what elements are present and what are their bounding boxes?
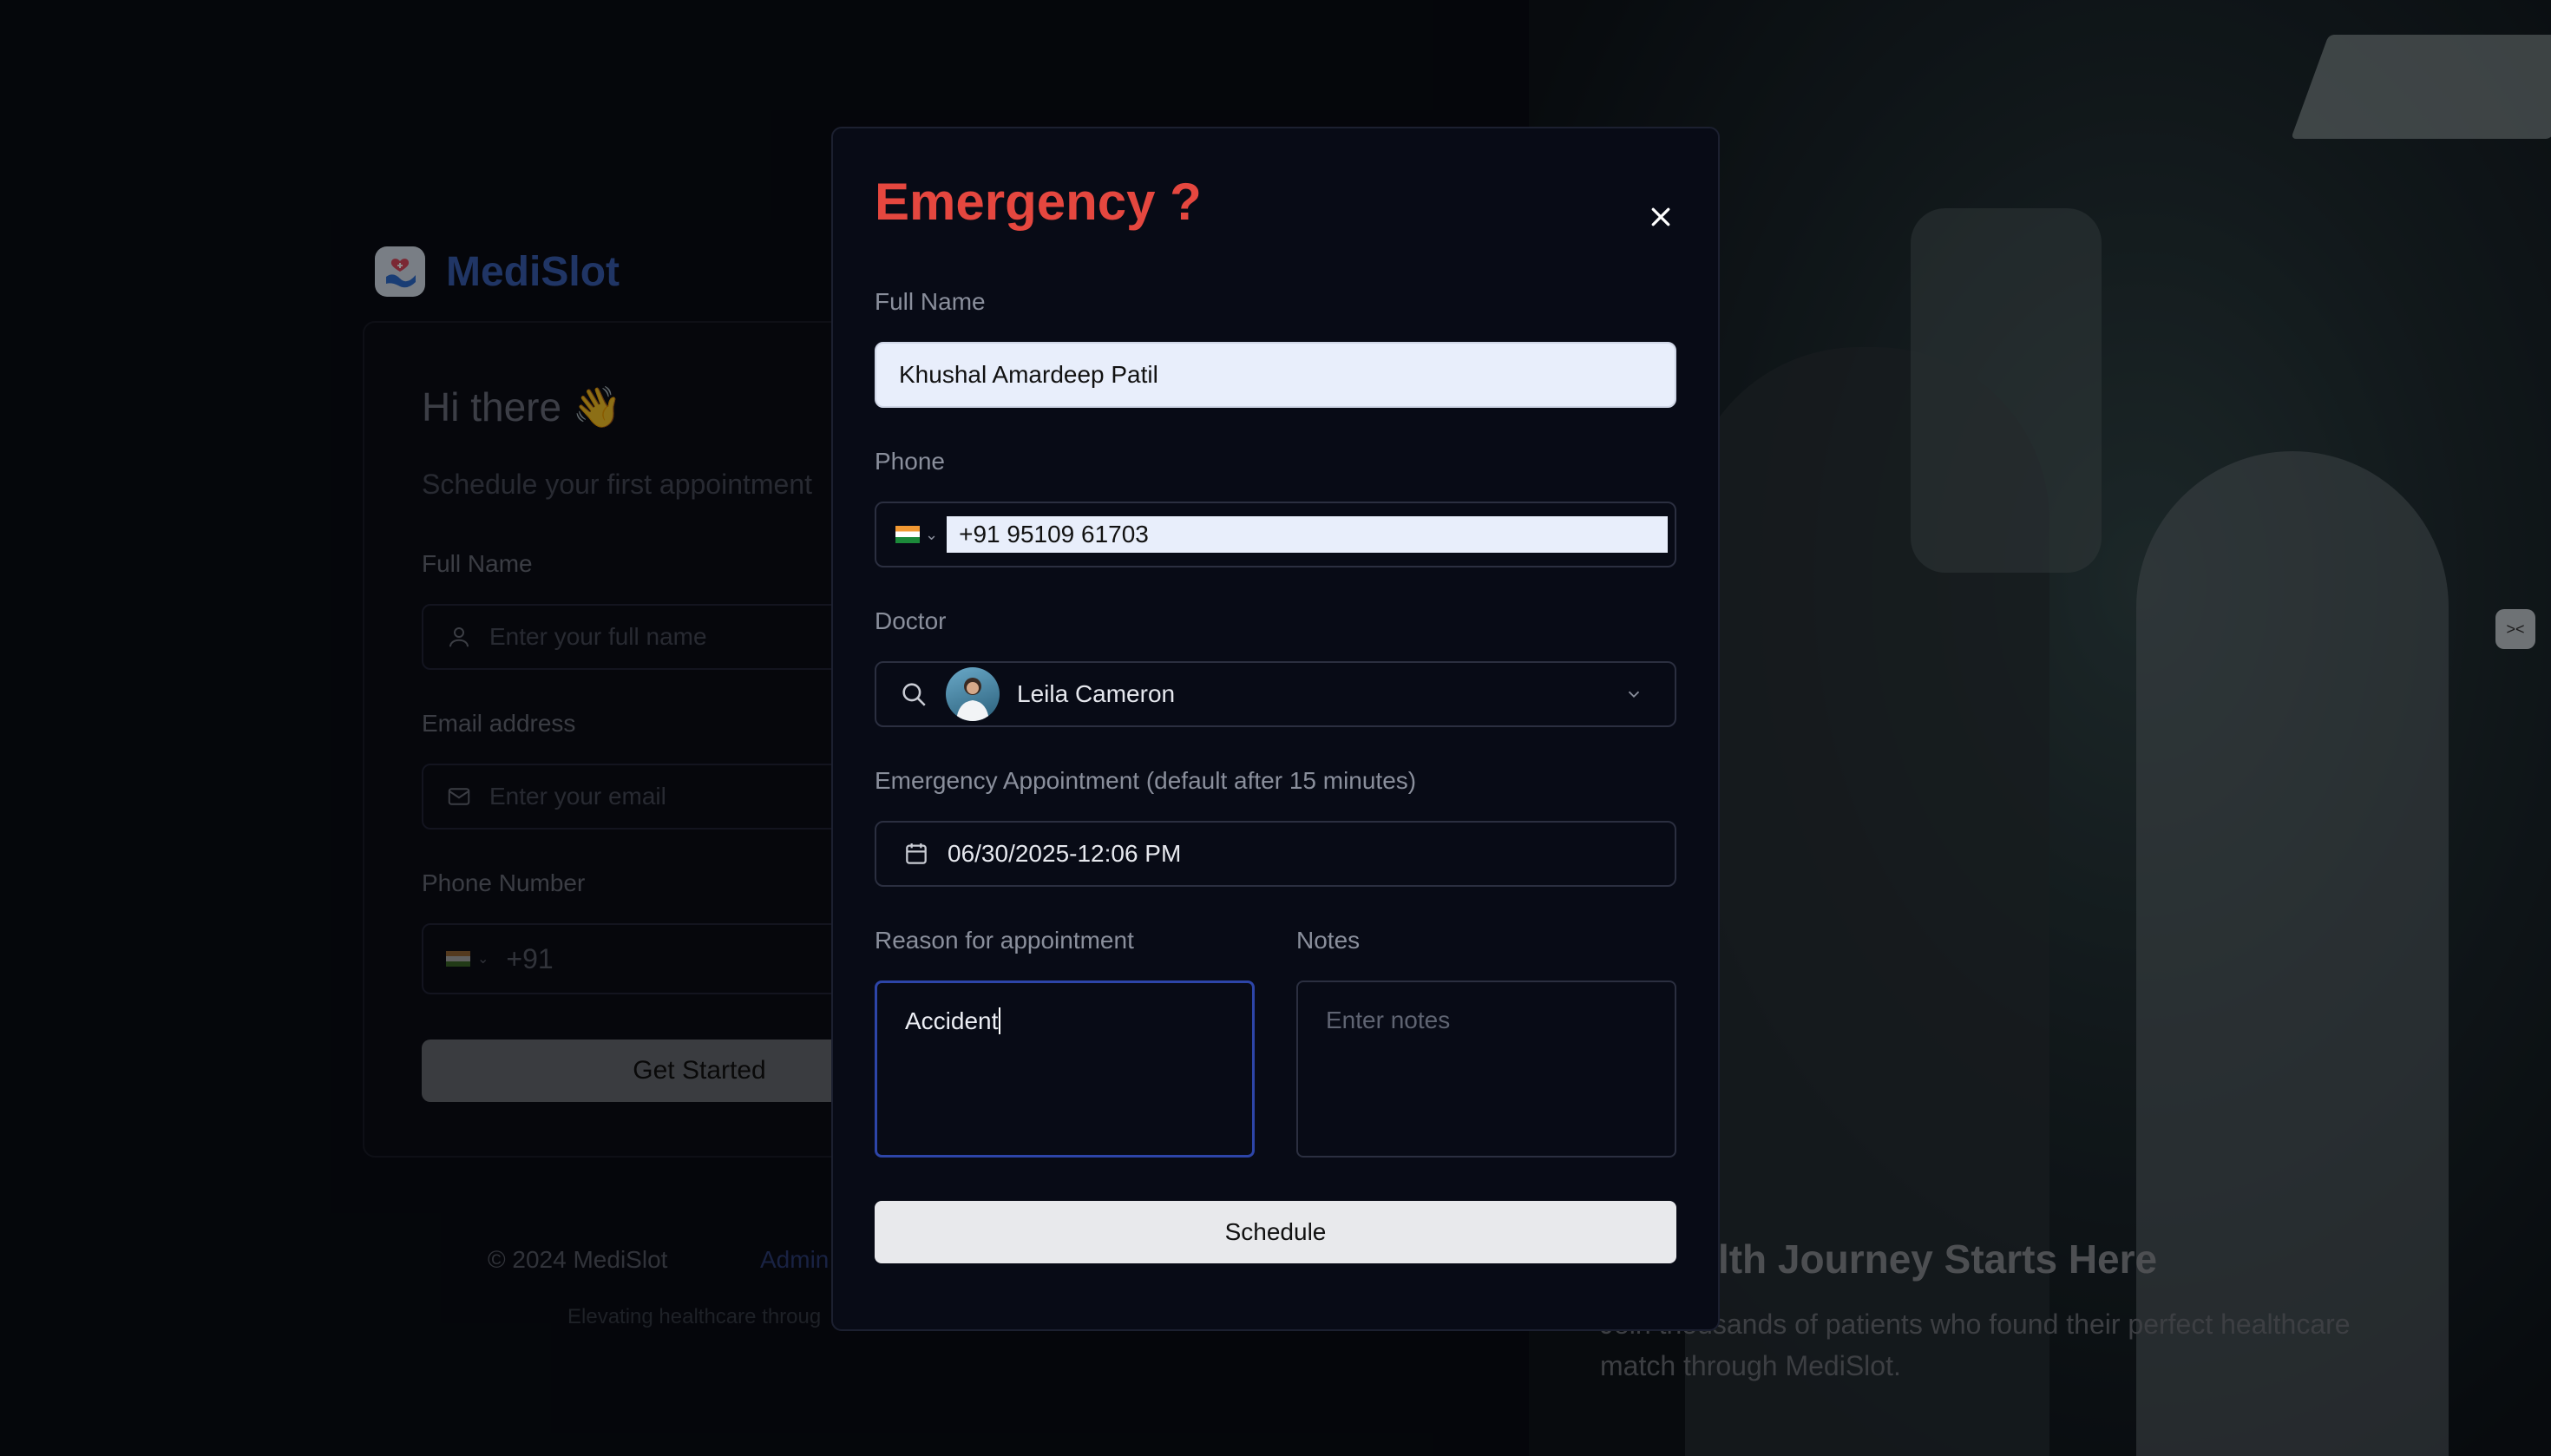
- country-selector[interactable]: ⌄: [895, 526, 938, 544]
- emergency-appointment-label: Emergency Appointment (default after 15 …: [875, 767, 1417, 794]
- close-icon: [1651, 207, 1670, 226]
- phone-input[interactable]: +91 95109 61703: [947, 516, 1668, 553]
- reason-label: Reason for appointment: [875, 927, 1134, 954]
- close-button[interactable]: [1640, 196, 1682, 238]
- calendar-icon: [906, 843, 927, 864]
- chevron-down-icon: ⌄: [925, 525, 939, 543]
- full-name-label: Full Name: [875, 288, 986, 315]
- india-flag-icon: [895, 526, 920, 543]
- doctor-name: Leila Cameron: [1017, 680, 1176, 707]
- text-cursor: [999, 1007, 1001, 1034]
- doctor-select[interactable]: Leila Cameron: [875, 661, 1676, 727]
- reason-textarea[interactable]: Accident: [875, 981, 1255, 1158]
- schedule-button[interactable]: Schedule: [875, 1201, 1676, 1263]
- notes-textarea[interactable]: Enter notes: [1296, 981, 1676, 1158]
- emergency-modal: Emergency ? Full Name Khushal Amardeep P…: [831, 127, 1720, 1331]
- chevron-down-icon: [1628, 691, 1640, 698]
- reason-value: Accident: [905, 1007, 999, 1034]
- doctor-label: Doctor: [875, 607, 947, 634]
- modal-title: Emergency ?: [875, 173, 1202, 231]
- search-icon: [902, 683, 926, 706]
- appointment-datetime-value: 06/30/2025-12:06 PM: [948, 840, 1182, 867]
- appointment-datetime-input[interactable]: 06/30/2025-12:06 PM: [875, 821, 1676, 887]
- doctor-avatar: [946, 667, 1000, 721]
- notes-label: Notes: [1296, 927, 1361, 954]
- phone-label: Phone: [875, 448, 945, 475]
- full-name-input[interactable]: Khushal Amardeep Patil: [875, 342, 1676, 408]
- phone-field: ⌄ +91 95109 61703: [875, 502, 1676, 567]
